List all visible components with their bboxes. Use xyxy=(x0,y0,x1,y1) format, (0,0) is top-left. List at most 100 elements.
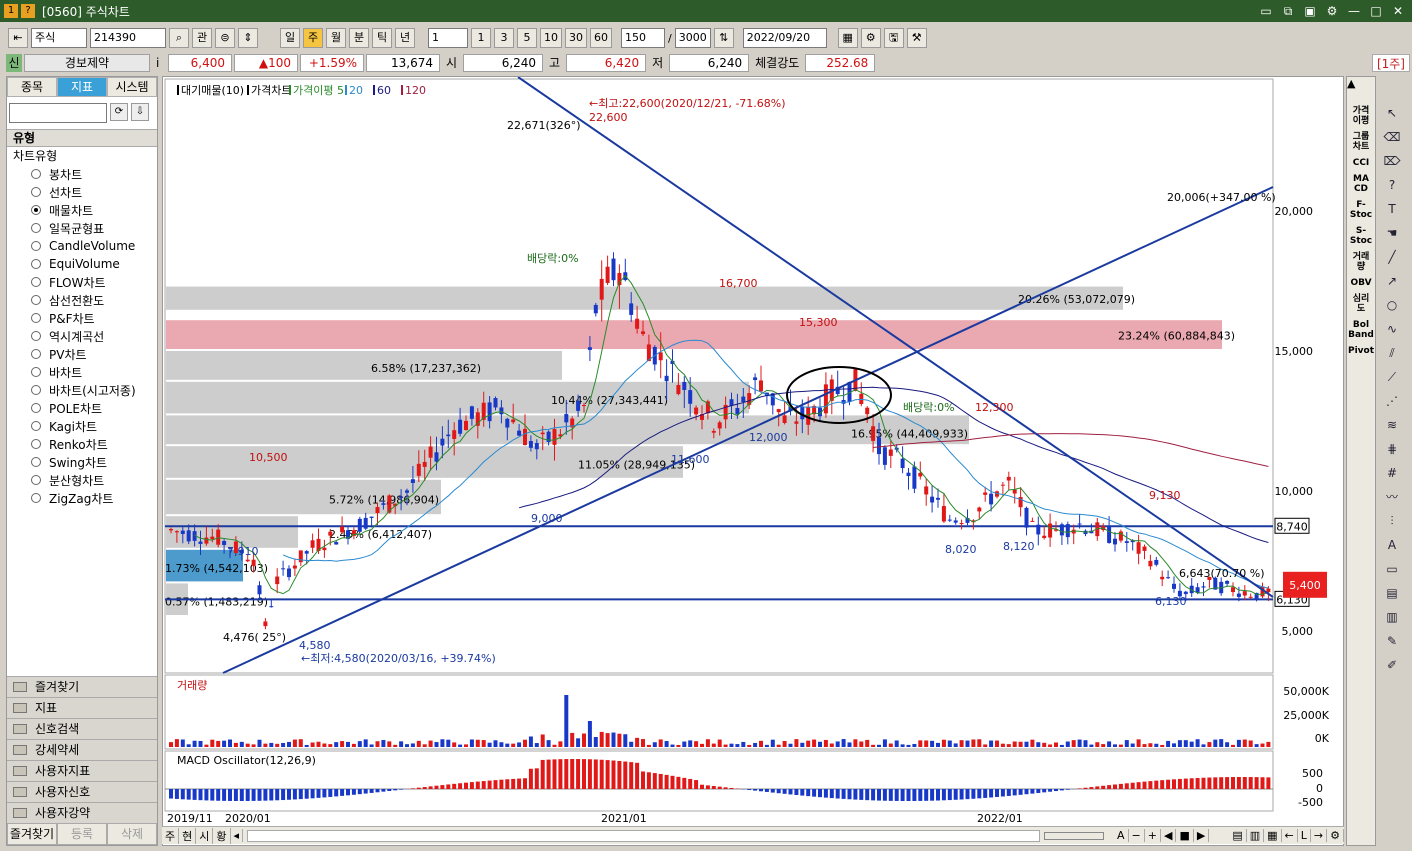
market-select[interactable]: 주식 xyxy=(31,28,87,48)
hand-icon[interactable]: ☚ xyxy=(1381,224,1403,242)
circle-tool-icon[interactable]: ○ xyxy=(1381,296,1403,314)
tab-system[interactable]: 시스템 xyxy=(107,77,157,97)
radio-icon[interactable] xyxy=(31,313,41,323)
indicator-shortcut[interactable]: Pivot xyxy=(1347,343,1375,359)
period-week[interactable]: 주 xyxy=(303,28,323,48)
indicator-shortcut[interactable]: 가격 이평 xyxy=(1347,103,1375,129)
radio-icon[interactable] xyxy=(31,457,41,467)
radio-icon[interactable] xyxy=(31,295,41,305)
radio-icon[interactable] xyxy=(31,403,41,413)
preset-30[interactable]: 30 xyxy=(565,28,587,48)
radio-icon[interactable] xyxy=(31,493,41,503)
help-icon[interactable]: ? xyxy=(21,4,35,18)
preset-1[interactable]: 1 xyxy=(471,28,491,48)
chart-area[interactable]: 20.26% (53,072,079) 23.24% (60,884,843) 6.… xyxy=(162,76,1344,846)
period-day[interactable]: 일 xyxy=(280,28,300,48)
period-year[interactable]: 년 xyxy=(395,28,415,48)
radio-icon[interactable] xyxy=(31,205,41,215)
forward-icon[interactable]: → xyxy=(1311,829,1328,842)
preset-10[interactable]: 10 xyxy=(540,28,562,48)
period-month[interactable]: 월 xyxy=(326,28,346,48)
channel-tool-icon[interactable]: ≋ xyxy=(1381,416,1403,434)
folder-item[interactable]: 즐겨찾기 xyxy=(7,676,157,697)
chart-scrollbar[interactable] xyxy=(247,829,1041,842)
save-icon[interactable]: 🖫 xyxy=(883,28,904,48)
chart-type-option[interactable]: 매물차트 xyxy=(7,201,157,219)
total-adjust-icon[interactable]: ⇅ xyxy=(713,28,734,48)
chart-type-icon[interactable]: ▦ xyxy=(837,28,858,48)
chart-type-root[interactable]: 차트유형 xyxy=(7,147,157,165)
nav-market[interactable]: 시 xyxy=(196,827,214,844)
stop-icon[interactable]: ■ xyxy=(1176,829,1194,842)
radio-icon[interactable] xyxy=(31,331,41,341)
first-icon[interactable]: ◀ xyxy=(1161,829,1177,842)
settings-icon[interactable]: ⚙ xyxy=(860,28,881,48)
window-tool-icon[interactable]: ▭ xyxy=(1381,560,1403,578)
bar-tool-icon[interactable]: ▥ xyxy=(1381,608,1403,626)
folder-item[interactable]: 신호검색 xyxy=(7,718,157,739)
chart-type-option[interactable]: POLE차트 xyxy=(7,399,157,417)
stock-code-input[interactable]: 214390 xyxy=(90,28,166,48)
line-tool-icon[interactable]: ╱ xyxy=(1381,248,1403,266)
chart-type-option[interactable]: Swing차트 xyxy=(7,453,157,471)
parallel-tool-icon[interactable]: ⫽ xyxy=(1381,344,1403,362)
eraser-icon[interactable]: ⌫ xyxy=(1381,128,1403,146)
text-tool-icon[interactable]: T xyxy=(1381,200,1403,218)
tab-stocks[interactable]: 종목 xyxy=(7,77,57,97)
folder-item[interactable]: 강세약세 xyxy=(7,739,157,760)
sync-icon[interactable]: ⊜ xyxy=(215,28,235,48)
settings-gear-icon[interactable]: ⚙ xyxy=(1324,3,1340,19)
prev-stock-icon[interactable]: ⇤ xyxy=(8,28,28,48)
erase-all-icon[interactable]: ⌦ xyxy=(1381,152,1403,170)
indicator-shortcut[interactable]: MA CD xyxy=(1347,171,1375,197)
zoom-out-icon[interactable]: − xyxy=(1129,829,1145,842)
tab-indicators[interactable]: 지표 xyxy=(57,77,107,97)
interval-select[interactable]: 1 xyxy=(428,28,468,48)
draw-tool-icon[interactable]: ✎ xyxy=(1381,632,1403,650)
close-icon[interactable]: ✕ xyxy=(1390,3,1406,19)
chart-type-option[interactable]: 삼선전환도 xyxy=(7,291,157,309)
delete-button[interactable]: 삭제 xyxy=(107,823,157,845)
register-button[interactable]: 등록 xyxy=(57,823,107,845)
folder-item[interactable]: 사용자강약 xyxy=(7,802,157,823)
stat-tool-icon[interactable]: ⫶ xyxy=(1381,512,1403,530)
zoom-in-icon[interactable]: + xyxy=(1145,829,1161,842)
radio-icon[interactable] xyxy=(31,259,41,269)
link-icon[interactable]: ⧉ xyxy=(1280,3,1296,19)
indicator-shortcut[interactable]: 거래 량 xyxy=(1347,249,1375,275)
date-select[interactable]: 2022/09/20 xyxy=(742,28,827,48)
radio-icon[interactable] xyxy=(31,223,41,233)
cycle-tool-icon[interactable]: 〰 xyxy=(1381,488,1403,506)
nav-current[interactable]: 현 xyxy=(179,827,197,844)
fibo-tool-icon[interactable]: ⋕ xyxy=(1381,440,1403,458)
download-icon[interactable]: ⇩ xyxy=(131,103,149,121)
folder-item[interactable]: 사용자지표 xyxy=(7,760,157,781)
gwan-button[interactable]: 관 xyxy=(192,28,212,48)
total-input[interactable]: 3000 xyxy=(674,28,711,48)
maximize-icon[interactable]: □ xyxy=(1368,3,1384,19)
folder-item[interactable]: 사용자신호 xyxy=(7,781,157,802)
minimize-icon[interactable]: — xyxy=(1346,3,1362,19)
indicator-shortcut[interactable]: Bol Band xyxy=(1347,317,1375,343)
pen-tool-icon[interactable]: ✐ xyxy=(1381,656,1403,674)
nav-week[interactable]: 주 xyxy=(162,827,180,844)
favorites-tab[interactable]: 즐겨찾기 xyxy=(7,823,57,845)
app-menu-icon[interactable]: 1 xyxy=(4,4,18,18)
chart-type-option[interactable]: 분산형차트 xyxy=(7,471,157,489)
indicator-shortcut[interactable]: 그룹 차트 xyxy=(1347,129,1375,155)
indicator-shortcut[interactable]: OBV xyxy=(1347,275,1375,291)
radio-icon[interactable] xyxy=(31,421,41,431)
radio-icon[interactable] xyxy=(31,385,41,395)
cursor-icon[interactable]: ↖ xyxy=(1381,104,1403,122)
indicator-shortcut[interactable]: F- Stoc xyxy=(1347,197,1375,223)
chart-type-option[interactable]: Kagi차트 xyxy=(7,417,157,435)
preset-60[interactable]: 60 xyxy=(590,28,612,48)
save-chart-icon[interactable]: ▥ xyxy=(1247,829,1265,842)
chart-type-option[interactable]: 봉차트 xyxy=(7,165,157,183)
chart-type-option[interactable]: P&F차트 xyxy=(7,309,157,327)
chart-type-option[interactable]: FLOW차트 xyxy=(7,273,157,291)
preset-3[interactable]: 3 xyxy=(494,28,514,48)
stock-chart[interactable]: 20.26% (53,072,079) 23.24% (60,884,843) 6.… xyxy=(163,76,1343,827)
auto-tool-icon[interactable]: A xyxy=(1381,536,1403,554)
chart-type-option[interactable]: EquiVolume xyxy=(7,255,157,273)
